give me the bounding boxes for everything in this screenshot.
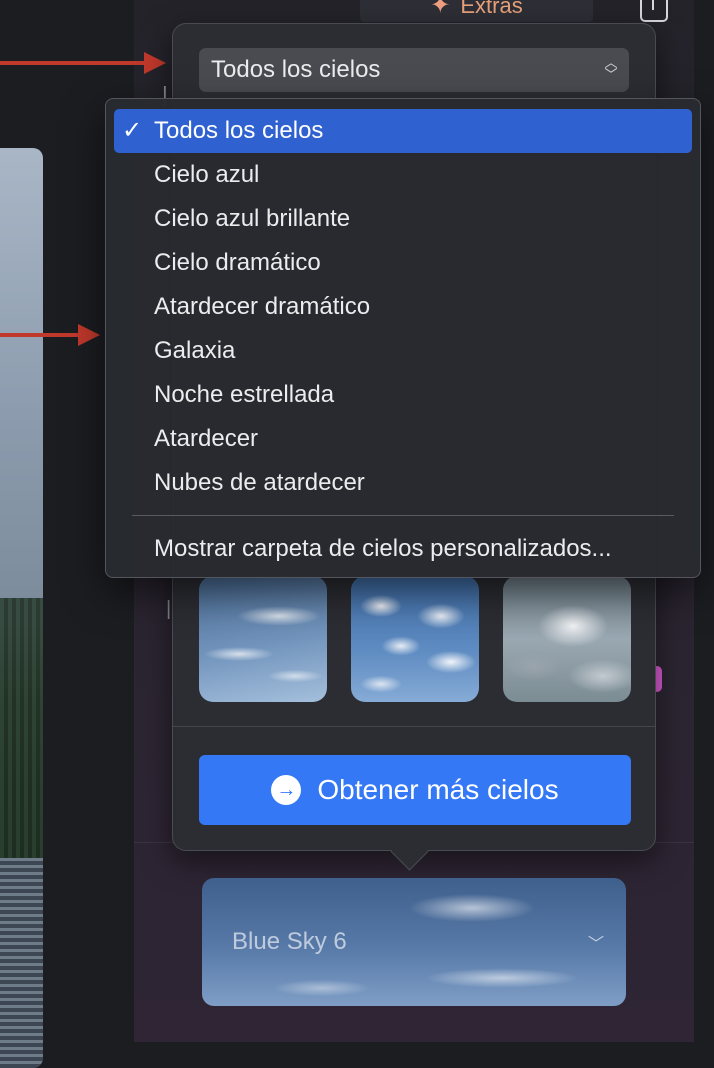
menu-item-noche-estrellada[interactable]: Noche estrellada: [114, 373, 692, 417]
menu-item-todos-los-cielos[interactable]: ✓ Todos los cielos: [114, 109, 692, 153]
menu-item-label: Noche estrellada: [154, 381, 335, 408]
menu-item-nubes-de-atardecer[interactable]: Nubes de atardecer: [114, 461, 692, 505]
extras-tab-label: Extras: [460, 0, 523, 18]
puzzle-icon: ✦: [430, 0, 451, 19]
menu-item-atardecer[interactable]: Atardecer: [114, 417, 692, 461]
sky-category-value: Todos los cielos: [211, 56, 381, 83]
menu-item-label: Atardecer: [154, 425, 259, 452]
menu-item-label: Mostrar carpeta de cielos personalizados…: [154, 535, 612, 562]
updown-chevron-icon: ︿ ﹀: [604, 55, 618, 82]
sky-thumbnail[interactable]: [199, 576, 327, 702]
menu-item-label: Todos los cielos: [154, 117, 324, 144]
panel-label-fragment-2: |: [166, 598, 172, 620]
menu-item-custom-skies-folder[interactable]: Mostrar carpeta de cielos personalizados…: [114, 527, 692, 571]
sky-thumbnail[interactable]: [503, 576, 631, 702]
sky-thumbnail[interactable]: [351, 576, 479, 702]
annotation-arrow-top: [0, 52, 166, 74]
sky-category-select[interactable]: Todos los cielos ︿ ﹀: [199, 48, 629, 92]
menu-item-cielo-dramatico[interactable]: Cielo dramático: [114, 241, 692, 285]
menu-separator: [132, 515, 674, 516]
menu-item-label: Nubes de atardecer: [154, 469, 365, 496]
menu-item-label: Cielo dramático: [154, 249, 321, 276]
menu-item-label: Galaxia: [154, 337, 236, 364]
photo-canvas: [0, 148, 43, 1068]
extras-tab[interactable]: ✦ Extras: [360, 0, 593, 22]
current-sky-name: Blue Sky 6: [232, 928, 347, 955]
get-more-skies-button[interactable]: → Obtener más cielos: [199, 755, 631, 825]
menu-item-galaxia[interactable]: Galaxia: [114, 329, 692, 373]
menu-item-cielo-azul[interactable]: Cielo azul: [114, 153, 692, 197]
menu-item-label: Atardecer dramático: [154, 293, 371, 320]
annotation-arrow-middle: [0, 324, 100, 346]
checkmark-icon: ✓: [122, 117, 143, 144]
arrow-right-circle-icon: →: [271, 775, 302, 805]
menu-item-cielo-azul-brillante[interactable]: Cielo azul brillante: [114, 197, 692, 241]
chevron-down-icon: ﹀: [587, 936, 604, 953]
current-sky-selector[interactable]: Blue Sky 6 ﹀: [202, 878, 626, 1006]
photo-water: [0, 858, 43, 1068]
sky-category-menu: ✓ Todos los cielos Cielo azul Cielo azul…: [105, 98, 701, 578]
photo-trees: [0, 598, 43, 898]
menu-item-atardecer-dramatico[interactable]: Atardecer dramático: [114, 285, 692, 329]
popover-divider: [173, 726, 655, 727]
sky-thumbnails: [199, 576, 631, 702]
menu-item-label: Cielo azul brillante: [154, 205, 351, 232]
share-icon[interactable]: [640, 0, 668, 22]
get-more-skies-label: Obtener más cielos: [317, 774, 559, 805]
menu-item-label: Cielo azul: [154, 161, 260, 188]
